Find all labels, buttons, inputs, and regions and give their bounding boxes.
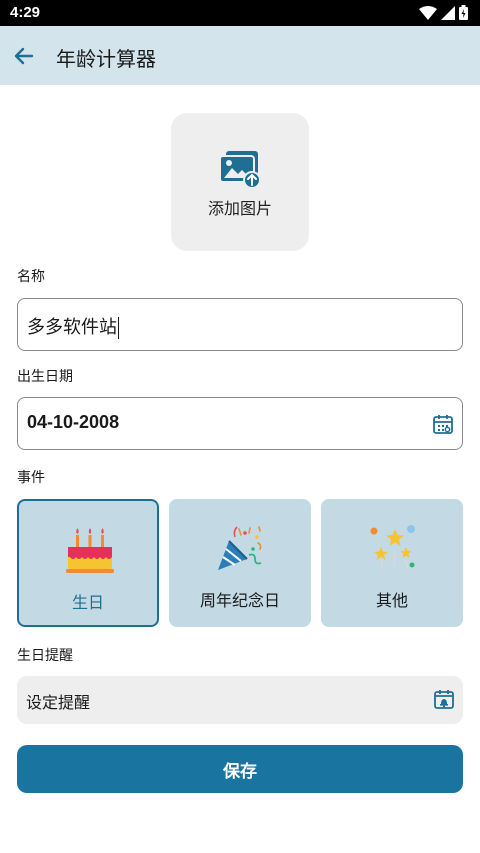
reminder-label: 生日提醒 <box>17 648 73 664</box>
wifi-icon <box>419 5 437 20</box>
status-icons <box>419 5 468 20</box>
name-value: 多多软件站 <box>27 317 117 338</box>
text-cursor <box>118 317 119 339</box>
battery-icon <box>459 5 468 20</box>
event-option-birthday[interactable]: 生日 <box>17 499 159 627</box>
app-bar: 年龄计算器 <box>0 26 480 85</box>
stars-icon <box>370 525 415 572</box>
name-field[interactable]: 多多软件站 <box>17 298 463 351</box>
page-title: 年龄计算器 <box>56 47 156 71</box>
party-popper-icon <box>218 526 262 570</box>
reminder-value: 设定提醒 <box>26 693 91 712</box>
birth-date-label: 出生日期 <box>17 369 73 385</box>
event-option-other[interactable]: 其他 <box>321 499 463 627</box>
event-option-label: 其他 <box>375 591 408 610</box>
add-image-icon <box>219 151 261 189</box>
name-label: 名称 <box>17 269 45 285</box>
event-option-label: 周年纪念日 <box>199 591 280 610</box>
status-bar: 4:29 <box>0 0 480 26</box>
calendar-bell-icon <box>434 690 454 709</box>
birthday-cake-icon <box>66 528 114 573</box>
signal-icon <box>441 5 455 20</box>
add-image-label: 添加图片 <box>207 199 272 218</box>
status-time: 4:29 <box>10 4 41 21</box>
event-option-anniversary[interactable]: 周年纪念日 <box>169 499 311 627</box>
event-option-label: 生日 <box>71 593 104 612</box>
arrow-left-icon <box>14 47 34 65</box>
name-value-wrap: 多多软件站 <box>27 313 119 339</box>
birth-date-value: 04-10-2008 <box>27 412 120 432</box>
event-label: 事件 <box>17 470 45 486</box>
birth-date-field[interactable]: 04-10-2008 <box>17 397 463 450</box>
add-image-button[interactable]: 添加图片 <box>171 113 309 251</box>
calendar-icon[interactable] <box>432 413 454 435</box>
back-button[interactable] <box>8 40 40 72</box>
save-button[interactable]: 保存 <box>17 745 463 793</box>
reminder-field[interactable]: 设定提醒 <box>17 676 463 724</box>
